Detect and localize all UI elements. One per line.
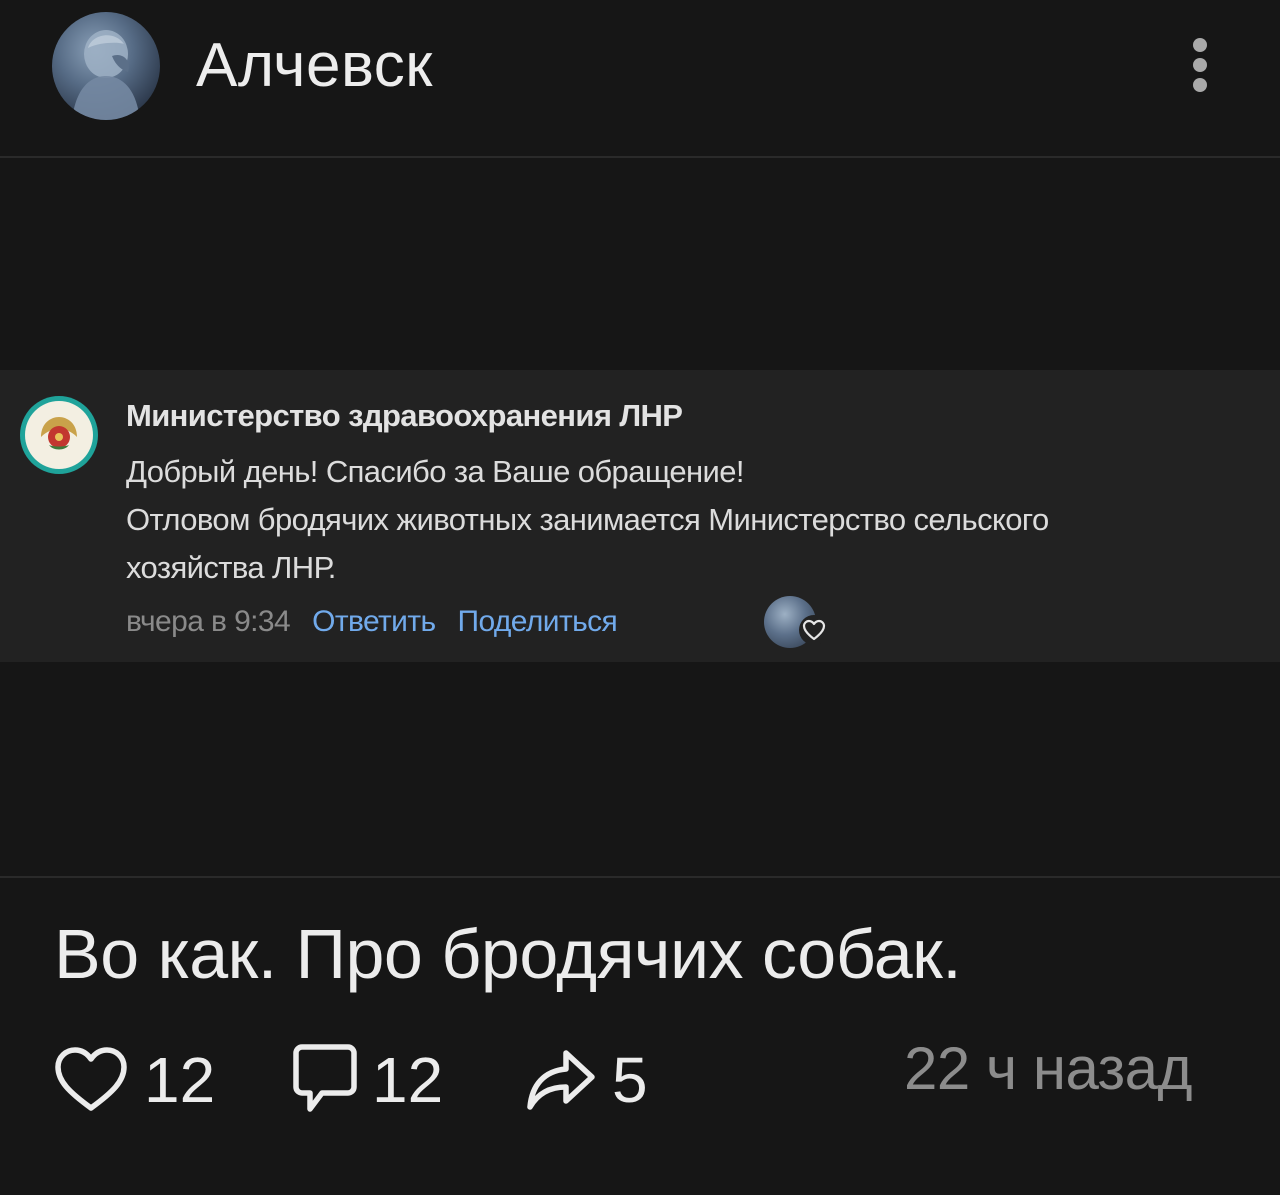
community-avatar[interactable] xyxy=(52,12,160,120)
divider xyxy=(0,876,1280,878)
post-time: 22 ч назад xyxy=(904,1035,1193,1102)
header: Алчевск xyxy=(0,0,1280,156)
divider xyxy=(0,156,1280,158)
like-button[interactable]: 12 xyxy=(52,1038,215,1122)
page-title: Алчевск xyxy=(196,31,433,100)
heart-icon xyxy=(799,615,829,645)
comment-author[interactable]: Министерство здравоохранения ЛНР xyxy=(126,398,683,434)
share-button[interactable]: 5 xyxy=(524,1038,648,1122)
embedded-comment: Министерство здравоохранения ЛНР Добрый … xyxy=(0,370,1280,662)
comment-line: хозяйства ЛНР. xyxy=(126,550,336,585)
more-vertical-icon-dot xyxy=(1193,58,1207,72)
comment-line: Отловом бродячих животных занимается Мин… xyxy=(126,502,1049,537)
like-count: 12 xyxy=(144,1044,216,1116)
share-icon xyxy=(527,1050,595,1110)
more-vertical-icon xyxy=(1193,38,1207,52)
comment-icon xyxy=(293,1044,357,1112)
post-text: Во как. Про бродячих собак. xyxy=(54,915,962,993)
share-link[interactable]: Поделиться xyxy=(458,605,618,639)
more-options-button[interactable] xyxy=(1178,32,1222,98)
comment-text: Добрый день! Спасибо за Ваше обращение! … xyxy=(126,448,1276,592)
comment-author-avatar[interactable] xyxy=(20,396,98,474)
share-count: 5 xyxy=(612,1044,648,1116)
comment-meta: вчера в 9:34 Ответить Поделиться xyxy=(126,602,639,642)
comment-count: 12 xyxy=(372,1044,444,1116)
comment-time: вчера в 9:34 xyxy=(126,605,291,638)
heart-icon xyxy=(55,1047,127,1111)
comment-button[interactable]: 12 xyxy=(292,1038,443,1122)
more-vertical-icon-dot xyxy=(1193,78,1207,92)
ministry-emblem-icon xyxy=(35,411,83,459)
author-like-badge xyxy=(764,596,834,648)
community-avatar-icon xyxy=(72,30,140,120)
comment-line: Добрый день! Спасибо за Ваше обращение! xyxy=(126,454,745,489)
reply-link[interactable]: Ответить xyxy=(312,605,436,639)
